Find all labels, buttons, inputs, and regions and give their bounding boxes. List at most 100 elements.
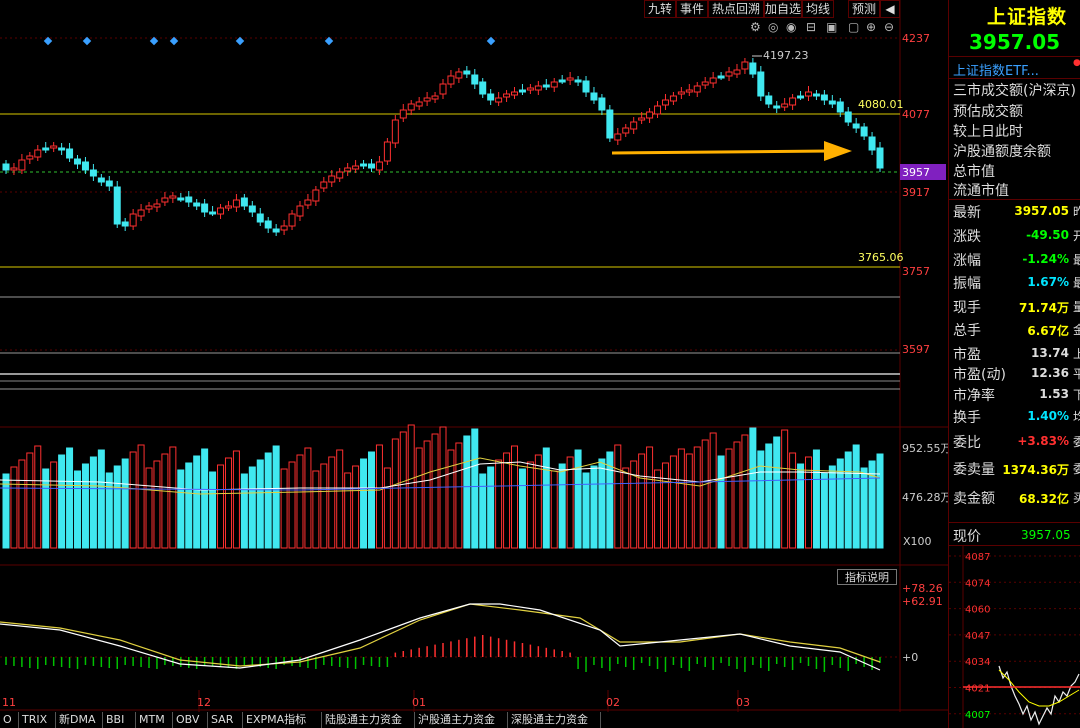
candle-body — [193, 202, 201, 207]
candle-body — [201, 203, 209, 213]
candle-body — [630, 121, 638, 130]
tab-obv[interactable]: OBV — [173, 712, 208, 728]
candle-body — [97, 177, 105, 183]
tab-trix[interactable]: TRIX — [19, 712, 56, 728]
stat-tail: 金 — [1073, 321, 1080, 338]
vol-unit: X100 — [903, 535, 932, 548]
etf-link[interactable]: 上证指数ETF... — [953, 60, 1039, 79]
candle-body — [685, 89, 693, 93]
xlabel-03: 03 — [736, 696, 750, 709]
candle-body — [431, 95, 439, 100]
tab-shanghai-connect-capital[interactable]: 沪股通主力资金 — [415, 712, 508, 728]
vol-label-mid: 476.28万 — [902, 491, 948, 504]
volume-bar — [312, 470, 320, 549]
volume-bar — [741, 434, 749, 549]
candle-body — [304, 199, 312, 206]
tab-northbound-capital[interactable]: 陆股通主力资金 — [322, 712, 415, 728]
candle-body — [2, 163, 10, 171]
volume-bar — [50, 461, 58, 549]
candle-body — [423, 97, 431, 102]
volume-bar — [2, 473, 10, 549]
volume-bar — [169, 446, 177, 549]
stat-label: 市净率 — [953, 388, 995, 404]
current-price-tag: 3957 — [902, 166, 930, 179]
stat-label: 涨幅 — [953, 253, 981, 269]
candle-body — [367, 163, 375, 169]
volume-bar — [328, 456, 336, 549]
volume-bar — [280, 468, 288, 549]
indicator-explain-button[interactable]: 指标说明 — [837, 569, 897, 585]
stat-value: +3.83% — [1017, 434, 1069, 448]
mini-ytick: 4034 — [965, 657, 990, 668]
volume-bar — [375, 444, 383, 549]
volume-bar — [360, 458, 368, 549]
candle-body — [733, 69, 741, 75]
stat-value: 6.67亿 — [1027, 324, 1069, 338]
kline-chart-area[interactable]: 4197.23 4080.01 3765.06 4237 4077 3917 3… — [0, 0, 948, 728]
index-name: 上证指数 — [987, 6, 1068, 28]
stat-value: 1.53 — [1039, 387, 1069, 401]
mini-ytick: 4007 — [965, 710, 990, 721]
candle-body — [511, 91, 519, 96]
stat-value: 13.74 — [1031, 346, 1069, 360]
mini-ytick: 4074 — [965, 578, 990, 589]
volume-bar — [693, 446, 701, 549]
ytick-4077: 4077 — [902, 108, 930, 121]
volume-bar — [10, 466, 18, 549]
volume-bar — [789, 452, 797, 549]
candle-body — [391, 119, 399, 144]
mini-ytick: 4021 — [965, 684, 990, 695]
candle-body — [224, 205, 232, 209]
tab-mtm[interactable]: MTM — [136, 712, 173, 728]
candle-body — [812, 93, 820, 97]
tab-new-dma[interactable]: 新DMA — [56, 712, 103, 728]
volume-bar — [455, 442, 463, 549]
candle-body — [590, 92, 598, 101]
candle-body — [145, 205, 153, 210]
tab-o[interactable]: O — [0, 712, 19, 728]
candle-body — [240, 197, 248, 207]
stat-value: -1.24% — [1022, 252, 1069, 266]
volume-bar — [447, 449, 455, 549]
stat-label: 市盈 — [953, 347, 981, 363]
volume-bar — [749, 427, 757, 549]
volume-bar — [264, 452, 272, 549]
candle-body — [105, 180, 113, 187]
volume-bar — [232, 450, 240, 549]
mini-ytick: 4060 — [965, 605, 990, 616]
mini-ytick: 4087 — [965, 552, 990, 563]
stat-label: 振幅 — [953, 276, 981, 292]
info-market-cap: 总市值 — [953, 164, 995, 180]
stat-value: 1.40% — [1027, 409, 1069, 423]
candle-body — [574, 79, 582, 83]
candle-body — [34, 149, 42, 158]
volume-bar — [81, 463, 89, 549]
tab-bbi[interactable]: BBI — [103, 712, 136, 728]
candle-body — [852, 123, 860, 129]
volume-bar — [383, 467, 391, 549]
volume-bar — [836, 458, 844, 549]
stat-tail: 量 — [1073, 298, 1080, 315]
xlabel-01: 01 — [412, 696, 426, 709]
candle-body — [582, 80, 590, 93]
candle-body — [820, 94, 828, 101]
volume-bar — [487, 466, 495, 549]
candle-body — [352, 165, 360, 170]
candle-body — [868, 136, 876, 151]
tab-shenzhen-connect-capital[interactable]: 深股通主力资金 — [508, 712, 601, 728]
candle-body — [232, 199, 240, 208]
volume-bar — [272, 445, 280, 549]
candle-body — [638, 117, 646, 121]
candle-body — [654, 105, 662, 115]
volume-bar — [336, 449, 344, 549]
candle-body — [836, 101, 844, 113]
volume-bar — [26, 452, 34, 549]
volume-bar — [503, 452, 511, 549]
candle-body — [661, 99, 669, 106]
candle-body — [153, 203, 161, 208]
tab-expma[interactable]: EXPMA指标 — [243, 712, 322, 728]
candle-body — [709, 77, 717, 84]
volume-bar — [34, 445, 42, 549]
candle-body — [58, 147, 66, 151]
tab-sar[interactable]: SAR — [208, 712, 243, 728]
